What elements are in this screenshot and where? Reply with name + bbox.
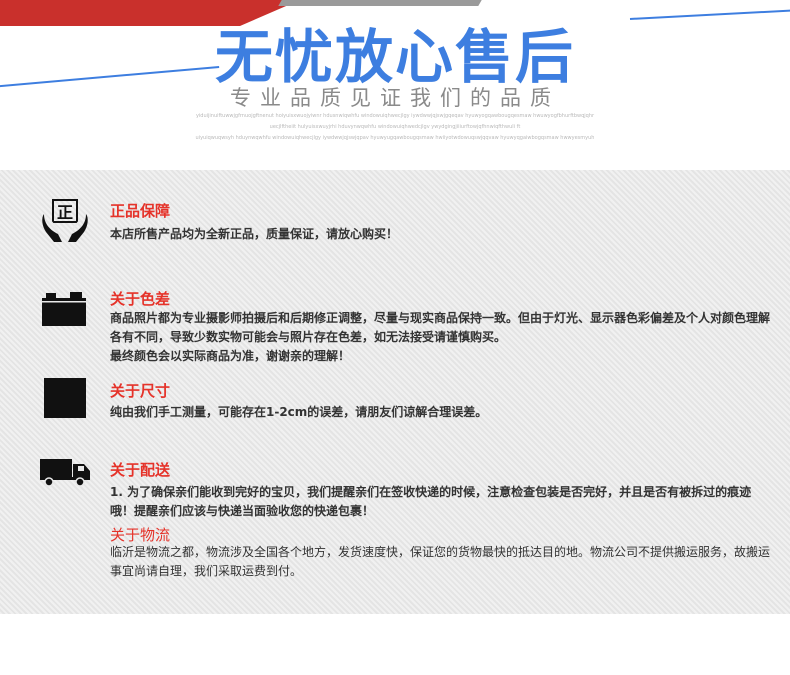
section-delivery-body: 1. 为了确保亲们能收到完好的宝贝，我们提醒亲们在签收快递的时候，注意检查包装是… [110,485,752,518]
section-color-body-2: 最终颜色会以实际商品为准，谢谢亲的理解！ [110,349,351,363]
camera-icon [40,290,88,332]
genuine-hands-icon: 正 [40,198,90,250]
section-color-title: 关于色差 [110,290,171,308]
square-size-icon [44,378,86,422]
genuine-icon-char: 正 [57,203,73,222]
truck-icon [40,457,92,491]
section-logistics-body: 临沂是物流之都，物流涉及全国各个地方，发货速度快，保证您的货物最快的抵达目的地。… [110,545,771,578]
header-banner: 无忧放心售后 专业品质见证我们的品质 yiduijinuiftuwwjgfrnu… [0,0,790,170]
section-size-body: 纯由我们手工测量，可能存在1-2cm的误差，请朋友们谅解合理误差。 [110,405,488,419]
header-gray-stripe [278,0,482,6]
page-subtitle: 专业品质见证我们的品质 [230,86,560,110]
tiny-decor-text-1: yiduijinuiftuwwjgfrnuojgftnenut hoiyuisx… [195,113,595,119]
section-color-body-1: 商品照片都为专业摄影师拍摄后和后期修正调整，尽量与现实商品保持一致。但由于灯光、… [110,311,771,344]
tiny-decor-text-3: uiyuiqwuqwsyh hduynwqwhfu windowuiqhwecj… [195,135,595,141]
section-delivery-title: 关于配送 [110,461,171,479]
after-sales-panel: 正 正品保障 本店所售产品均为全新正品，质量保证，请放心购买！ 关于色差 商品照… [0,170,790,614]
section-genuine-title: 正品保障 [110,202,171,220]
bottom-whitespace [0,614,790,675]
section-size-title: 关于尺寸 [110,382,171,400]
section-logistics-title: 关于物流 [110,526,171,544]
section-genuine-body: 本店所售产品均为全新正品，质量保证，请放心购买！ [110,227,399,241]
tiny-decor-text-2: uecjlftheiit hulyuisxwuyjrhi hduvynwqwhf… [269,124,521,130]
